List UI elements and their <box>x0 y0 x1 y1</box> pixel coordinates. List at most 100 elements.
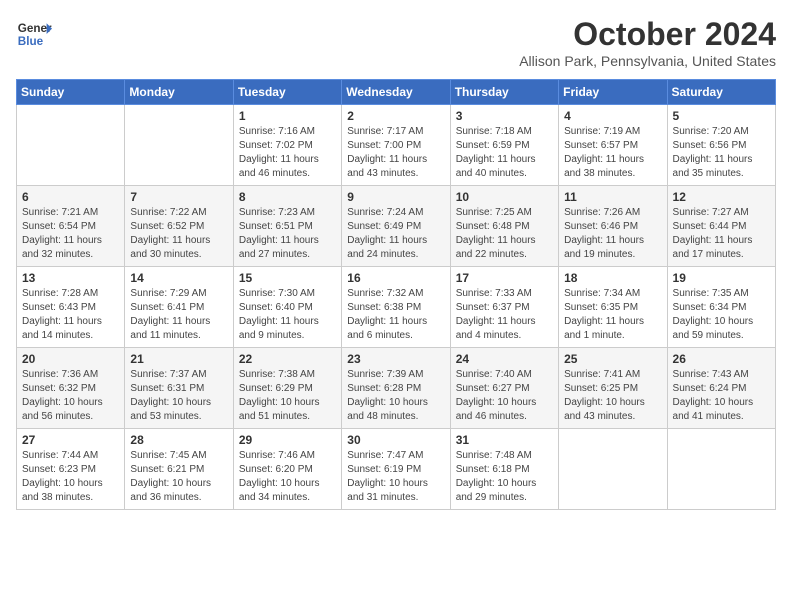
calendar-cell: 30 Sunrise: 7:47 AM Sunset: 6:19 PM Dayli… <box>342 429 450 510</box>
svg-text:Blue: Blue <box>18 35 44 48</box>
day-number: 1 <box>239 109 336 123</box>
day-detail: Sunrise: 7:48 AM Sunset: 6:18 PM Dayligh… <box>456 449 553 505</box>
day-detail: Sunrise: 7:30 AM Sunset: 6:40 PM Dayligh… <box>239 287 336 343</box>
calendar-cell: 16 Sunrise: 7:32 AM Sunset: 6:38 PM Dayli… <box>342 267 450 348</box>
day-header-wednesday: Wednesday <box>342 80 450 105</box>
calendar-body: 1 Sunrise: 7:16 AM Sunset: 7:02 PM Daylig… <box>17 105 776 510</box>
day-detail: Sunrise: 7:32 AM Sunset: 6:38 PM Dayligh… <box>347 287 444 343</box>
calendar-cell: 11 Sunrise: 7:26 AM Sunset: 6:46 PM Dayli… <box>559 186 667 267</box>
calendar-cell: 28Sunrise: 7:45 AM Sunset: 6:21 PM Dayli… <box>125 429 233 510</box>
day-detail: Sunrise: 7:33 AM Sunset: 6:37 PM Dayligh… <box>456 287 553 343</box>
day-number: 12 <box>673 190 770 204</box>
day-number: 27 <box>22 433 119 447</box>
day-number: 6 <box>22 190 119 204</box>
calendar-cell <box>125 105 233 186</box>
day-detail: Sunrise: 7:41 AM Sunset: 6:25 PM Dayligh… <box>564 368 661 424</box>
day-number: 19 <box>673 271 770 285</box>
day-detail: Sunrise: 7:40 AM Sunset: 6:27 PM Dayligh… <box>456 368 553 424</box>
day-detail: Sunrise: 7:46 AM Sunset: 6:20 PM Dayligh… <box>239 449 336 505</box>
day-header-saturday: Saturday <box>667 80 775 105</box>
day-detail: Sunrise: 7:27 AM Sunset: 6:44 PM Dayligh… <box>673 206 770 262</box>
day-detail: Sunrise: 7:26 AM Sunset: 6:46 PM Dayligh… <box>564 206 661 262</box>
day-detail: Sunrise: 7:37 AM Sunset: 6:31 PM Dayligh… <box>130 368 227 424</box>
day-detail: Sunrise: 7:44 AM Sunset: 6:23 PM Dayligh… <box>22 449 119 505</box>
day-number: 30 <box>347 433 444 447</box>
calendar-cell: 22Sunrise: 7:38 AM Sunset: 6:29 PM Dayli… <box>233 348 341 429</box>
calendar-cell: 27 Sunrise: 7:44 AM Sunset: 6:23 PM Dayli… <box>17 429 125 510</box>
calendar-week-5: 27 Sunrise: 7:44 AM Sunset: 6:23 PM Dayli… <box>17 429 776 510</box>
day-header-friday: Friday <box>559 80 667 105</box>
calendar-cell: 29 Sunrise: 7:46 AM Sunset: 6:20 PM Dayli… <box>233 429 341 510</box>
calendar-cell: 9Sunrise: 7:24 AM Sunset: 6:49 PM Daylig… <box>342 186 450 267</box>
day-number: 17 <box>456 271 553 285</box>
day-number: 4 <box>564 109 661 123</box>
day-number: 28 <box>130 433 227 447</box>
day-header-thursday: Thursday <box>450 80 558 105</box>
calendar-cell: 6 Sunrise: 7:21 AM Sunset: 6:54 PM Daylig… <box>17 186 125 267</box>
day-number: 23 <box>347 352 444 366</box>
day-number: 3 <box>456 109 553 123</box>
day-header-sunday: Sunday <box>17 80 125 105</box>
day-number: 25 <box>564 352 661 366</box>
day-detail: Sunrise: 7:39 AM Sunset: 6:28 PM Dayligh… <box>347 368 444 424</box>
calendar-cell <box>667 429 775 510</box>
day-number: 8 <box>239 190 336 204</box>
calendar-cell <box>559 429 667 510</box>
calendar-cell: 20 Sunrise: 7:36 AM Sunset: 6:32 PM Dayli… <box>17 348 125 429</box>
calendar-cell: 31 Sunrise: 7:48 AM Sunset: 6:18 PM Dayli… <box>450 429 558 510</box>
day-detail: Sunrise: 7:16 AM Sunset: 7:02 PM Dayligh… <box>239 125 336 181</box>
day-number: 5 <box>673 109 770 123</box>
calendar-cell: 8 Sunrise: 7:23 AM Sunset: 6:51 PM Daylig… <box>233 186 341 267</box>
page-header: General Blue October 2024 Allison Park, … <box>16 16 776 69</box>
day-number: 31 <box>456 433 553 447</box>
day-header-tuesday: Tuesday <box>233 80 341 105</box>
calendar-cell: 26 Sunrise: 7:43 AM Sunset: 6:24 PM Dayli… <box>667 348 775 429</box>
calendar-cell: 23 Sunrise: 7:39 AM Sunset: 6:28 PM Dayli… <box>342 348 450 429</box>
calendar-cell: 4 Sunrise: 7:19 AM Sunset: 6:57 PM Daylig… <box>559 105 667 186</box>
month-title: October 2024 <box>519 16 776 53</box>
day-number: 11 <box>564 190 661 204</box>
calendar-header-row: SundayMondayTuesdayWednesdayThursdayFrid… <box>17 80 776 105</box>
day-detail: Sunrise: 7:20 AM Sunset: 6:56 PM Dayligh… <box>673 125 770 181</box>
day-number: 13 <box>22 271 119 285</box>
day-detail: Sunrise: 7:24 AM Sunset: 6:49 PM Dayligh… <box>347 206 444 262</box>
calendar-cell: 5 Sunrise: 7:20 AM Sunset: 6:56 PM Daylig… <box>667 105 775 186</box>
day-detail: Sunrise: 7:34 AM Sunset: 6:35 PM Dayligh… <box>564 287 661 343</box>
day-number: 7 <box>130 190 227 204</box>
calendar-week-4: 20 Sunrise: 7:36 AM Sunset: 6:32 PM Dayli… <box>17 348 776 429</box>
calendar-cell: 18Sunrise: 7:34 AM Sunset: 6:35 PM Dayli… <box>559 267 667 348</box>
day-number: 22 <box>239 352 336 366</box>
calendar-week-2: 6 Sunrise: 7:21 AM Sunset: 6:54 PM Daylig… <box>17 186 776 267</box>
day-number: 21 <box>130 352 227 366</box>
day-detail: Sunrise: 7:36 AM Sunset: 6:32 PM Dayligh… <box>22 368 119 424</box>
day-detail: Sunrise: 7:35 AM Sunset: 6:34 PM Dayligh… <box>673 287 770 343</box>
calendar-cell: 19 Sunrise: 7:35 AM Sunset: 6:34 PM Dayli… <box>667 267 775 348</box>
title-block: October 2024 Allison Park, Pennsylvania,… <box>519 16 776 69</box>
day-number: 29 <box>239 433 336 447</box>
day-detail: Sunrise: 7:23 AM Sunset: 6:51 PM Dayligh… <box>239 206 336 262</box>
day-detail: Sunrise: 7:43 AM Sunset: 6:24 PM Dayligh… <box>673 368 770 424</box>
calendar-week-3: 13Sunrise: 7:28 AM Sunset: 6:43 PM Dayli… <box>17 267 776 348</box>
day-number: 2 <box>347 109 444 123</box>
calendar-cell: 10Sunrise: 7:25 AM Sunset: 6:48 PM Dayli… <box>450 186 558 267</box>
calendar-cell: 24Sunrise: 7:40 AM Sunset: 6:27 PM Dayli… <box>450 348 558 429</box>
day-detail: Sunrise: 7:19 AM Sunset: 6:57 PM Dayligh… <box>564 125 661 181</box>
calendar-cell: 14Sunrise: 7:29 AM Sunset: 6:41 PM Dayli… <box>125 267 233 348</box>
day-detail: Sunrise: 7:22 AM Sunset: 6:52 PM Dayligh… <box>130 206 227 262</box>
calendar-cell: 7 Sunrise: 7:22 AM Sunset: 6:52 PM Daylig… <box>125 186 233 267</box>
calendar-cell: 17 Sunrise: 7:33 AM Sunset: 6:37 PM Dayli… <box>450 267 558 348</box>
calendar-cell: 25 Sunrise: 7:41 AM Sunset: 6:25 PM Dayli… <box>559 348 667 429</box>
day-number: 16 <box>347 271 444 285</box>
logo-icon: General Blue <box>16 16 52 52</box>
day-number: 26 <box>673 352 770 366</box>
day-number: 14 <box>130 271 227 285</box>
day-detail: Sunrise: 7:47 AM Sunset: 6:19 PM Dayligh… <box>347 449 444 505</box>
day-detail: Sunrise: 7:21 AM Sunset: 6:54 PM Dayligh… <box>22 206 119 262</box>
day-number: 15 <box>239 271 336 285</box>
calendar-cell: 3Sunrise: 7:18 AM Sunset: 6:59 PM Daylig… <box>450 105 558 186</box>
day-detail: Sunrise: 7:17 AM Sunset: 7:00 PM Dayligh… <box>347 125 444 181</box>
calendar-cell: 13Sunrise: 7:28 AM Sunset: 6:43 PM Dayli… <box>17 267 125 348</box>
day-number: 20 <box>22 352 119 366</box>
calendar-cell: 15 Sunrise: 7:30 AM Sunset: 6:40 PM Dayli… <box>233 267 341 348</box>
calendar-cell <box>17 105 125 186</box>
